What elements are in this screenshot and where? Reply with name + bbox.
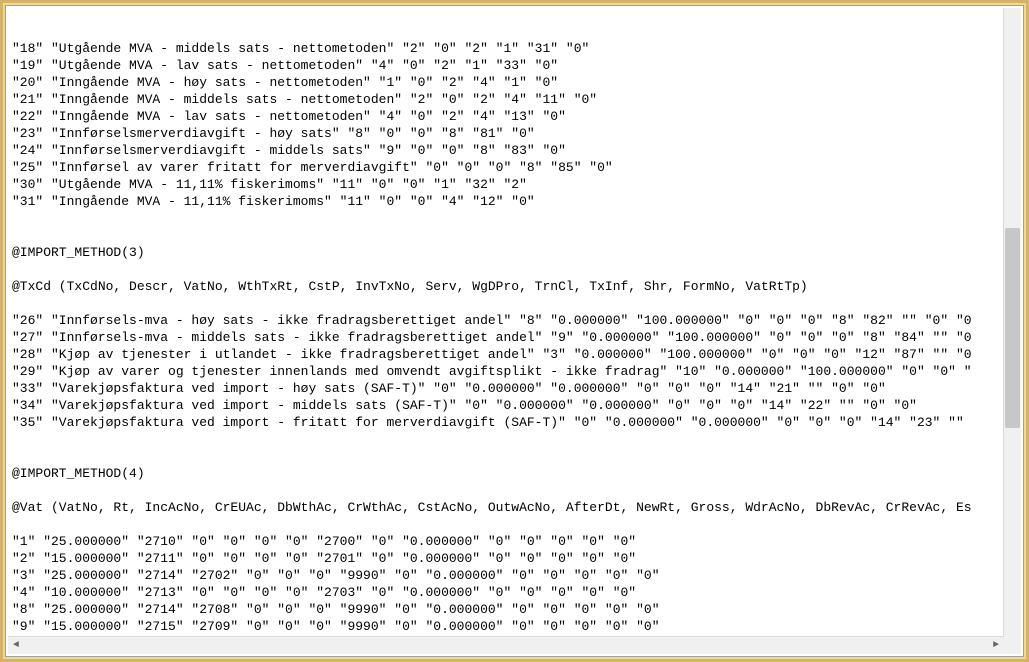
text-editor[interactable]: "18" "Utgående MVA - middels sats - nett…: [6, 6, 1023, 656]
horizontal-scroll-track[interactable]: [24, 637, 988, 654]
editor-container: "18" "Utgående MVA - middels sats - nett…: [5, 5, 1024, 657]
scroll-right-icon[interactable]: ►: [988, 638, 1004, 654]
editor-window: "18" "Utgående MVA - middels sats - nett…: [0, 0, 1029, 662]
horizontal-scrollbar[interactable]: ◄ ►: [8, 636, 1004, 654]
vertical-scroll-thumb[interactable]: [1005, 228, 1020, 428]
scrollbar-corner: [1004, 637, 1021, 654]
text-content[interactable]: "18" "Utgående MVA - middels sats - nett…: [12, 40, 1017, 635]
vertical-scrollbar[interactable]: [1003, 8, 1021, 637]
scroll-left-icon[interactable]: ◄: [8, 638, 24, 654]
